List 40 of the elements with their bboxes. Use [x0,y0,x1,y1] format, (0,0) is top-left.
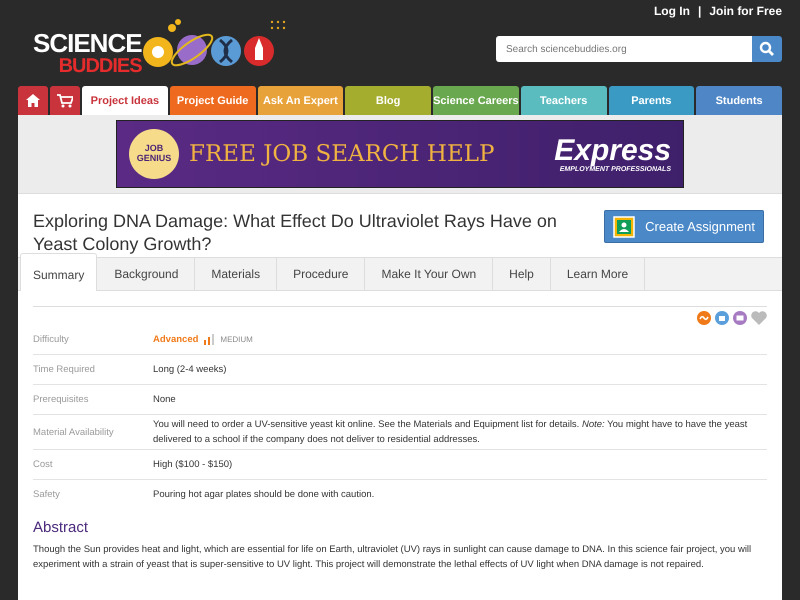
detail-label: Difficulty [33,334,70,345]
detail-label: Prerequisites [33,394,90,405]
search-field[interactable]: Search sciencebuddies.org [496,36,752,62]
nav-tab[interactable]: Project Ideas [82,86,168,115]
detail-label: Cost [33,459,54,470]
detail-value: You will need to order a UV-sensitive yeast kit online. See the Materials and Equipment list for details. Note: You might have to have the yeast delivered to a school if the company does not deliver to residential addresses. [153,418,748,447]
section-tab[interactable]: Summary [20,253,98,291]
separator: | [698,4,702,18]
difficulty-level: MEDIUM [220,334,253,346]
detail-label: Time Required [33,364,96,375]
abstract-text: Though the Sun provides heat and light, which are essential for life on Earth, ultraviolet (UV) rays in sunlight can cause damage to DNA. In this science fair project, you will experiment with a strain of yeast that is super-sensitive to UV light. This project will demonstrate the lethal effects of UV light when DNA damage is not repaired. [33,543,752,572]
join-link[interactable]: Join for Free [709,4,782,18]
detail-value: Pouring hot agar plates should be done with caution. [153,488,374,502]
page-title: Exploring DNA Damage: What Effect Do Ultraviolet Rays Have on Yeast Colony Growth? [33,210,558,256]
print-icon[interactable] [715,311,729,325]
logo-text[interactable]: SCIENCE [33,30,142,56]
difficulty-value: Advanced [153,333,198,347]
email-icon[interactable] [733,311,747,325]
login-link[interactable]: Log In [654,4,690,18]
detail-label: Safety [33,489,61,500]
cart-tab[interactable] [50,86,80,115]
search-icon [759,41,775,57]
detail-value: High ($100 - $150) [153,458,232,472]
level-bars-icon [204,334,214,345]
share-icon[interactable] [697,311,711,325]
nav-tab[interactable]: Students [696,86,782,115]
heart-icon[interactable] [751,311,767,325]
brand-logo: Express [554,136,671,166]
ad-headline: FREE JOB SEARCH HELP [189,141,496,167]
create-assignment-button[interactable]: Create Assignment [604,210,764,243]
cart-icon [57,94,73,108]
section-heading: Abstract [33,519,90,536]
home-icon [26,94,40,107]
search-button[interactable] [752,36,782,62]
ad-badge: JOB GENIUS [129,129,179,179]
home-tab[interactable] [18,86,48,115]
detail-value: Long (2-4 weeks) [153,363,226,377]
detail-value: None [153,393,176,407]
detail-label: Material Availability [33,426,115,438]
classroom-icon [613,216,636,238]
